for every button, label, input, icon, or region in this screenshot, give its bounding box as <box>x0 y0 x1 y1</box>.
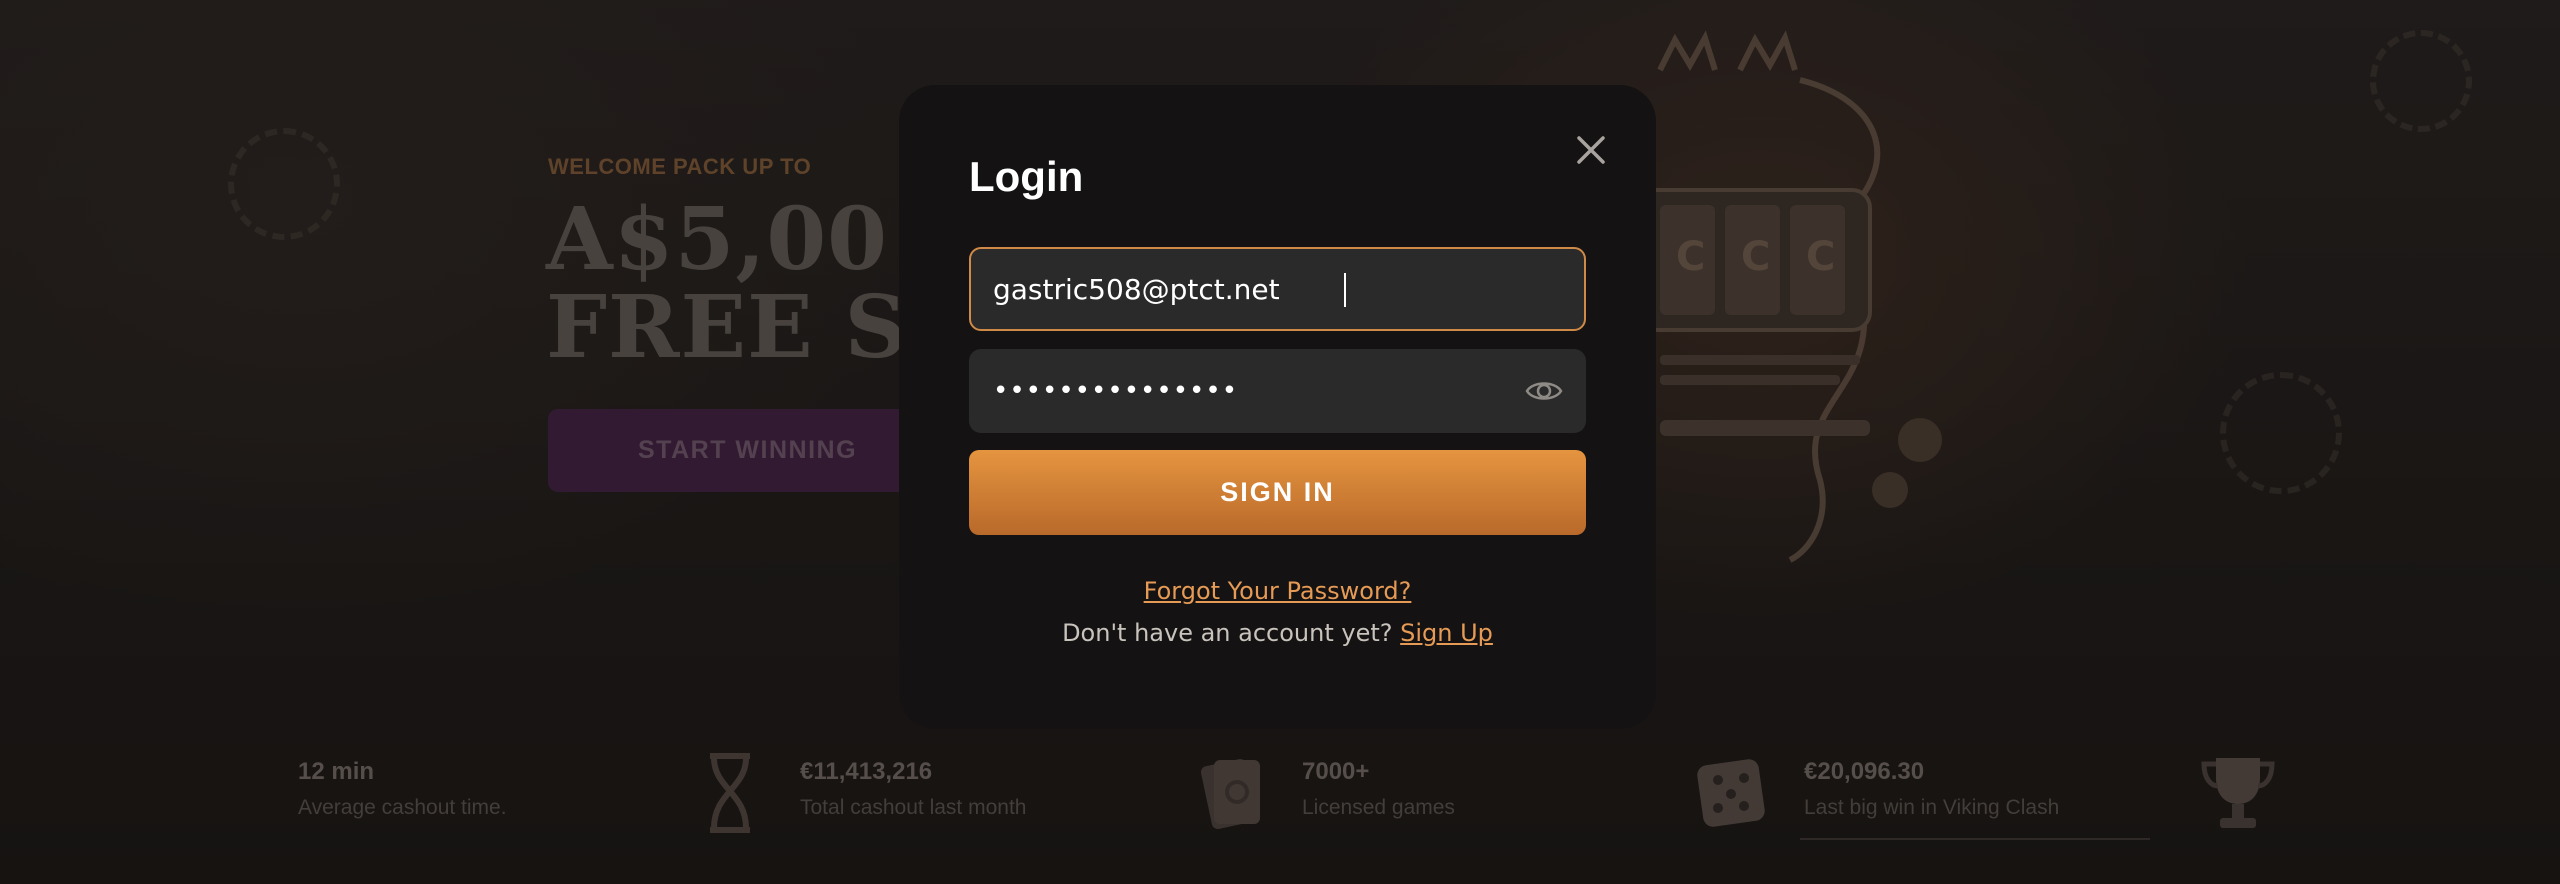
email-input[interactable] <box>993 249 1533 329</box>
login-modal: Login SIGN IN Forgot Your Password? Don'… <box>899 85 1656 729</box>
eye-icon[interactable] <box>1524 373 1564 409</box>
signup-prompt: Don't have an account yet? Sign Up <box>899 619 1656 647</box>
modal-title: Login <box>969 153 1084 200</box>
text-caret <box>1344 273 1346 307</box>
page: WELCOME PACK UP TO A$5,00 FREE SP START … <box>0 0 2560 884</box>
forgot-password-link[interactable]: Forgot Your Password? <box>899 577 1656 605</box>
sign-in-button[interactable]: SIGN IN <box>969 450 1586 535</box>
password-field[interactable] <box>969 349 1586 433</box>
email-field[interactable] <box>969 247 1586 331</box>
sign-up-link[interactable]: Sign Up <box>1400 619 1493 647</box>
close-icon[interactable] <box>1569 128 1613 172</box>
password-input[interactable] <box>993 351 1533 431</box>
no-account-text: Don't have an account yet? <box>1062 619 1393 647</box>
